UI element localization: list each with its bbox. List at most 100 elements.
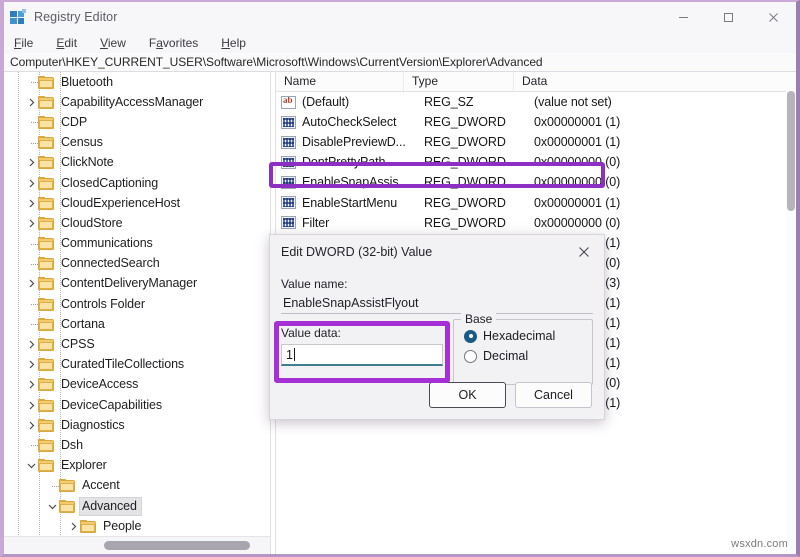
chevron-right-icon[interactable] [25, 197, 38, 210]
tree-item-people[interactable]: People [4, 516, 270, 536]
title-bar: Registry Editor [4, 2, 796, 32]
tree-elbow [25, 314, 38, 334]
tree-item-deviceaccess[interactable]: DeviceAccess [4, 375, 270, 395]
tree-item-cortana[interactable]: Cortana [4, 314, 270, 334]
tree-item-connectedsearch[interactable]: ConnectedSearch [4, 254, 270, 274]
tree-elbow [25, 254, 38, 274]
chevron-down-icon[interactable] [25, 459, 38, 472]
tree-item-census[interactable]: Census [4, 133, 270, 153]
chevron-right-icon[interactable] [25, 177, 38, 190]
tree-item-bluetooth[interactable]: Bluetooth [4, 72, 270, 92]
tree-item-explorer[interactable]: Explorer [4, 456, 270, 476]
tree-item-label: CloudExperienceHost [61, 195, 180, 210]
chevron-right-icon[interactable] [25, 277, 38, 290]
radio-decimal[interactable]: Decimal [464, 349, 584, 363]
menu-item-edit[interactable]: Edit [54, 35, 87, 51]
minimize-button[interactable] [661, 2, 706, 32]
registry-tree[interactable]: Bluetooth CapabilityAccessManager CDP Censu… [4, 72, 270, 537]
dword-value-icon [281, 175, 296, 189]
tree-item-capabilityaccessmanager[interactable]: CapabilityAccessManager [4, 92, 270, 112]
folder-icon [59, 479, 75, 493]
maximize-button[interactable] [706, 2, 751, 32]
chevron-down-icon[interactable] [46, 500, 59, 513]
tree-item-label: CloudStore [61, 215, 123, 230]
window-title: Registry Editor [34, 10, 118, 24]
chevron-right-icon[interactable] [25, 378, 38, 391]
menu-item-file[interactable]: File [12, 35, 43, 51]
folder-icon [38, 297, 54, 311]
tree-item-diagnostics[interactable]: Diagnostics [4, 415, 270, 435]
value-data-input[interactable]: 1 [281, 344, 443, 366]
folder-icon [38, 95, 54, 109]
table-row[interactable]: EnableStartMenu REG_DWORD 0x00000001 (1) [276, 192, 796, 212]
tree-item-accent[interactable]: Accent [4, 476, 270, 496]
watermark: wsxdn.com [731, 538, 788, 550]
chevron-right-icon[interactable] [25, 419, 38, 432]
menu-item-view[interactable]: View [98, 35, 136, 51]
radio-hexadecimal[interactable]: Hexadecimal [464, 329, 584, 343]
chevron-right-icon[interactable] [25, 399, 38, 412]
tree-item-curatedtilecollections[interactable]: CuratedTileCollections [4, 355, 270, 375]
folder-icon [38, 358, 54, 372]
tree-item-communications[interactable]: Communications [4, 234, 270, 254]
tree-elbow [25, 112, 38, 132]
dialog-title: Edit DWORD (32-bit) Value [281, 245, 433, 259]
chevron-right-icon[interactable] [25, 338, 38, 351]
dword-value-icon [281, 135, 296, 149]
tree-item-label: CPSS [61, 337, 95, 352]
column-header-data[interactable]: Data [514, 72, 796, 91]
tree-item-dsh[interactable]: Dsh [4, 435, 270, 455]
tree-item-label: Controls Folder [61, 296, 145, 311]
table-row[interactable]: DisablePreviewD... REG_DWORD 0x00000001 (1… [276, 132, 796, 152]
table-row[interactable]: DontPrettyPath REG_DWORD 0x00000000 (0) [276, 152, 796, 172]
address-bar[interactable]: Computer\HKEY_CURRENT_USER\Software\Micr… [4, 53, 796, 72]
tree-item-clicknote[interactable]: ClickNote [4, 153, 270, 173]
chevron-right-icon[interactable] [67, 520, 80, 533]
window-controls [661, 2, 796, 32]
table-row[interactable]: AutoCheckSelect REG_DWORD 0x00000001 (1) [276, 112, 796, 132]
tree-item-cdp[interactable]: CDP [4, 112, 270, 132]
menu-bar: File Edit View Favorites Help [4, 32, 796, 53]
cancel-button[interactable]: Cancel [515, 382, 592, 408]
tree-hscroll-thumb[interactable] [104, 541, 250, 550]
tree-item-cpss[interactable]: CPSS [4, 334, 270, 354]
list-vscroll-thumb[interactable] [787, 91, 795, 211]
tree-item-contentdeliverymanager[interactable]: ContentDeliveryManager [4, 274, 270, 294]
ok-button[interactable]: OK [429, 382, 506, 408]
chevron-right-icon[interactable] [25, 96, 38, 109]
tree-item-closedcaptioning[interactable]: ClosedCaptioning [4, 173, 270, 193]
chevron-right-icon[interactable] [25, 156, 38, 169]
tree-item-label: DeviceAccess [61, 377, 139, 392]
value-name-input[interactable]: EnableSnapAssistFlyout [281, 295, 593, 314]
tree-item-devicecapabilities[interactable]: DeviceCapabilities [4, 395, 270, 415]
tree-item-label: Communications [61, 236, 153, 251]
column-header-type[interactable]: Type [404, 72, 514, 91]
tree-item-cloudexperiencehost[interactable]: CloudExperienceHost [4, 193, 270, 213]
dword-value-icon [281, 196, 296, 210]
folder-icon [38, 378, 54, 392]
base-fieldset: Base Hexadecimal Decimal [453, 312, 593, 385]
text-caret [293, 348, 295, 361]
folder-icon [38, 338, 54, 352]
dword-value-icon [281, 115, 296, 129]
column-header-name[interactable]: Name [276, 72, 404, 91]
menu-item-favorites[interactable]: Favorites [147, 35, 208, 51]
tree-horizontal-scrollbar[interactable] [4, 536, 270, 554]
value-data-group: Value data: 1 [274, 321, 450, 385]
list-vertical-scrollbar[interactable] [786, 91, 796, 554]
cell-type: REG_DWORD [424, 175, 506, 190]
tree-item-cloudstore[interactable]: CloudStore [4, 213, 270, 233]
table-row[interactable]: Filter REG_DWORD 0x00000000 (0) [276, 213, 796, 233]
chevron-right-icon[interactable] [25, 217, 38, 230]
cell-data: 0x00000001 (1) [534, 195, 621, 210]
close-button[interactable] [751, 2, 796, 32]
dialog-close-icon[interactable] [564, 237, 604, 267]
folder-icon [38, 196, 54, 210]
table-row[interactable]: EnableSnapAssis... REG_DWORD 0x00000000 (0… [276, 172, 796, 192]
chevron-right-icon[interactable] [25, 358, 38, 371]
tree-item-controls-folder[interactable]: Controls Folder [4, 294, 270, 314]
dialog-buttons: OK Cancel [429, 382, 592, 408]
tree-item-advanced[interactable]: Advanced [4, 496, 270, 516]
table-row[interactable]: (Default) REG_SZ (value not set) [276, 92, 796, 112]
menu-item-help[interactable]: Help [219, 35, 256, 51]
